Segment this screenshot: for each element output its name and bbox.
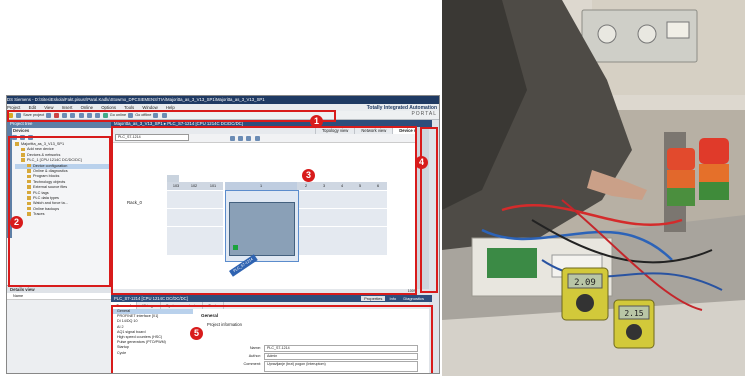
annotation-badge-1: 1: [310, 115, 323, 128]
tia-brand: Totally Integrated Automation PORTAL: [327, 105, 437, 119]
inspector-tabs: Properties Info Diagnostics: [269, 295, 427, 302]
details-view-panel: Details view Name: [7, 285, 111, 373]
annotation-frame-toolbar: [7, 110, 336, 122]
meter-right-reading: 2.15: [624, 309, 643, 318]
tab-properties[interactable]: Properties: [361, 296, 386, 301]
meter-left-reading: 2.09: [574, 278, 596, 288]
annotation-badge-2: 2: [10, 216, 23, 229]
tia-portal-window: DS Siemens - D:\Sites\Eskola\Fakt.pisusr…: [6, 95, 440, 374]
annotation-frame-editor: [111, 126, 417, 295]
annotation-frame-task-cards: [420, 127, 438, 293]
tab-info[interactable]: Info: [387, 296, 400, 301]
annotation-frame-inspector: [111, 305, 433, 373]
brand-line-2: PORTAL: [411, 111, 437, 117]
lab-photo-illustration: 2.09 2.15: [442, 0, 745, 376]
window-title: DS Siemens - D:\Sites\Eskola\Fakt.pisusr…: [7, 96, 439, 104]
details-name-column: Name: [7, 293, 111, 300]
annotation-badge-3: 3: [302, 169, 315, 182]
annotation-badge-5: 5: [190, 327, 203, 340]
details-view-header[interactable]: Details view: [7, 286, 111, 293]
annotation-badge-4: 4: [415, 156, 428, 169]
annotation-frame-project-tree: [8, 136, 111, 287]
tab-diagnostics[interactable]: Diagnostics: [400, 296, 427, 301]
lab-photo: 2.09 2.15: [442, 0, 745, 376]
